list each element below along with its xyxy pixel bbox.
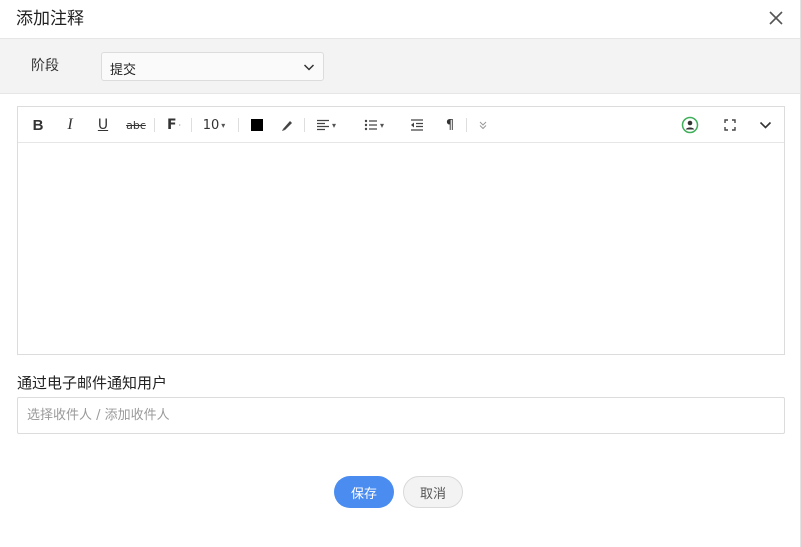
editor-toolbar: B I U abc F · 10 ▾ ▾ ▾ ¶	[18, 107, 784, 143]
strikethrough-icon[interactable]: abc	[126, 115, 146, 135]
text-color-icon[interactable]	[247, 115, 267, 135]
stage-label: 阶段	[31, 58, 59, 74]
recipient-input[interactable]	[17, 397, 785, 434]
font-family-icon[interactable]: F ·	[163, 115, 185, 135]
mention-user-icon[interactable]	[679, 115, 701, 135]
font-size-value: 10	[202, 117, 220, 133]
editor-content-area[interactable]	[18, 143, 784, 354]
toolbar-divider	[466, 118, 467, 132]
close-icon[interactable]	[766, 8, 786, 28]
highlight-icon[interactable]	[277, 115, 297, 135]
caret-down-icon: ▾	[221, 120, 226, 130]
toolbar-divider	[238, 118, 239, 132]
dialog-title: 添加注释	[16, 9, 84, 29]
cancel-button[interactable]: 取消	[403, 476, 463, 508]
caret-down-icon: ▾	[331, 120, 336, 130]
stage-select[interactable]: 提交	[101, 52, 324, 81]
toolbar-divider	[191, 118, 192, 132]
list-icon[interactable]: ▾	[359, 115, 389, 135]
toolbar-divider	[154, 118, 155, 132]
rich-text-editor: B I U abc F · 10 ▾ ▾ ▾ ¶	[17, 106, 785, 355]
toolbar-divider	[304, 118, 305, 132]
underline-icon[interactable]: U	[93, 115, 113, 135]
caret-down-icon: ▾	[379, 120, 384, 130]
outdent-icon[interactable]	[406, 115, 428, 135]
bold-icon[interactable]: B	[28, 115, 48, 135]
stage-row: 阶段 提交	[0, 38, 800, 94]
paragraph-icon[interactable]: ¶	[440, 115, 460, 135]
add-annotation-dialog: 添加注释 阶段 提交 B I U abc F · 10 ▾ ▾ ▾ ¶ 通过电子…	[0, 0, 801, 547]
collapse-icon[interactable]	[755, 115, 775, 135]
fullscreen-icon[interactable]	[720, 115, 740, 135]
more-icon[interactable]	[473, 115, 493, 135]
notify-users-label: 通过电子邮件通知用户	[17, 374, 168, 392]
stage-selected-value: 提交	[110, 63, 137, 78]
save-button[interactable]: 保存	[334, 476, 394, 508]
font-size-select[interactable]: 10 ▾	[199, 115, 229, 135]
align-icon[interactable]: ▾	[311, 115, 341, 135]
italic-icon[interactable]: I	[60, 115, 80, 135]
chevron-down-icon	[303, 64, 315, 71]
